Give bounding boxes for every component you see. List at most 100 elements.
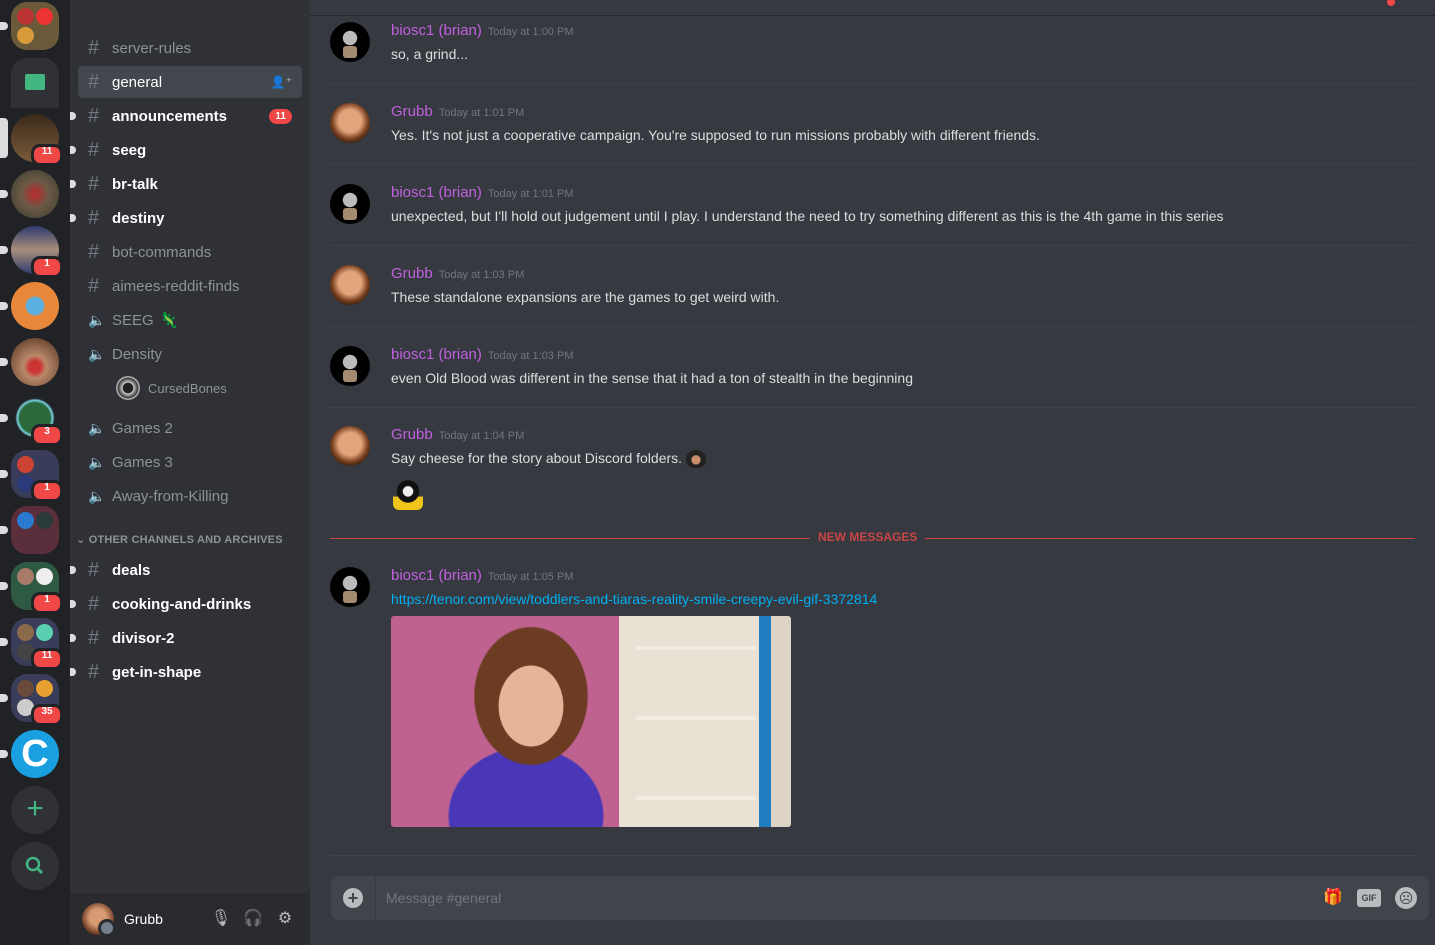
speaker-icon: 🔈 — [88, 419, 106, 436]
author-name[interactable]: Grubb — [391, 265, 433, 282]
server-zombie[interactable] — [0, 170, 59, 218]
voice-channel-away-from-killing[interactable]: 🔈 Away-from-Killing — [78, 480, 302, 512]
voice-channel-games-2[interactable]: 🔈 Games 2 — [78, 412, 302, 444]
timestamp: Today at 1:01 PM — [438, 107, 525, 119]
folder-icon — [25, 74, 45, 90]
chat-area: biosc1 (brian) Today at 1:00 PM so, a gri… — [310, 0, 1435, 945]
headphones-icon[interactable]: 🎧 — [242, 908, 264, 930]
category-other-channels[interactable]: ⌄ OTHER CHANNELS AND ARCHIVES — [76, 533, 283, 546]
speaker-icon: 🔈 — [88, 487, 106, 504]
emoji-picker-icon[interactable]: ☹ — [1395, 887, 1417, 909]
avatar[interactable] — [330, 22, 370, 62]
custom-emoji[interactable] — [686, 450, 707, 469]
server-folder-maroon[interactable] — [0, 506, 59, 554]
channel-cooking-and-drinks[interactable]: # cooking-and-drinks — [70, 588, 302, 620]
server-folder-1[interactable] — [0, 2, 59, 50]
message-text: even Old Blood was different in the sens… — [391, 370, 913, 386]
mention-badge: 35 — [31, 704, 63, 726]
gif-embed[interactable] — [391, 616, 791, 827]
mention-badge: 3 — [31, 424, 63, 446]
server-c[interactable]: C — [0, 730, 59, 778]
message-composer: + 🎁 GIF ☹ — [331, 876, 1429, 920]
timestamp: Today at 1:03 PM — [438, 269, 525, 281]
voice-user-cursedbones[interactable]: CursedBones — [116, 376, 227, 400]
channel-divisor-2[interactable]: # divisor-2 — [70, 622, 302, 654]
author-name[interactable]: biosc1 (brian) — [391, 22, 482, 39]
message-input[interactable] — [386, 890, 1321, 906]
message-text: so, a grind... — [391, 46, 469, 62]
voice-channel-games-3[interactable]: 🔈 Games 3 — [78, 446, 302, 478]
server-icon — [17, 8, 34, 25]
mention-badge: 11 — [269, 108, 292, 124]
hash-icon: # — [88, 36, 100, 59]
channel-server-rules[interactable]: # server-rules — [78, 32, 302, 64]
timestamp: Today at 1:03 PM — [487, 350, 574, 362]
server-globe[interactable]: 3 — [0, 394, 63, 446]
channel-sidebar: # server-rules # general 👤⁺ # announcements 1… — [70, 0, 310, 945]
author-name[interactable]: biosc1 (brian) — [391, 567, 482, 584]
channel-br-talk[interactable]: # br-talk — [70, 168, 302, 200]
server-orange[interactable] — [0, 282, 59, 330]
channel-get-in-shape[interactable]: # get-in-shape — [70, 656, 302, 688]
hash-icon: # — [88, 660, 100, 683]
server-icon — [17, 27, 34, 44]
server-folder-green[interactable] — [11, 58, 59, 108]
mention-badge: 11 — [31, 648, 63, 670]
add-server-button[interactable]: + — [11, 786, 59, 834]
explore-servers-button[interactable] — [11, 842, 59, 890]
avatar[interactable] — [330, 265, 370, 305]
user-avatar[interactable] — [82, 903, 116, 937]
speaker-icon: 🔈 — [88, 311, 106, 328]
mention-badge: 1 — [31, 480, 63, 502]
server-the-zone[interactable]: 1 — [0, 226, 63, 278]
avatar[interactable] — [330, 103, 370, 143]
voice-channel-density[interactable]: 🔈 Density — [78, 338, 302, 370]
mention-badge: 1 — [31, 256, 63, 278]
author-name[interactable]: biosc1 (brian) — [391, 346, 482, 363]
channel-general[interactable]: # general 👤⁺ — [78, 66, 302, 98]
voice-channel-seeg[interactable]: 🔈 SEEG 🦎 — [78, 304, 302, 336]
gift-icon[interactable]: 🎁 — [1321, 886, 1345, 910]
server-folder-nerd[interactable]: 11 — [0, 618, 63, 670]
author-name[interactable]: biosc1 (brian) — [391, 184, 482, 201]
custom-emoji-large[interactable] — [393, 480, 423, 510]
channel-announcements[interactable]: # announcements 11 — [70, 100, 302, 132]
channel-seeg[interactable]: # seeg — [70, 134, 302, 166]
server-folder-dark[interactable]: 1 — [0, 450, 63, 502]
gif-button[interactable]: GIF — [1357, 889, 1381, 907]
channel-bot-commands[interactable]: # bot-commands — [78, 236, 302, 268]
hash-icon: # — [88, 104, 100, 127]
server-chuf-la[interactable]: 11 — [0, 114, 63, 166]
avatar[interactable] — [330, 346, 370, 386]
message-link[interactable]: https://tenor.com/view/toddlers-and-tiar… — [391, 591, 877, 607]
avatar[interactable] — [330, 567, 370, 607]
hash-icon: # — [88, 138, 100, 161]
channel-deals[interactable]: # deals — [70, 554, 302, 586]
hash-icon: # — [88, 206, 100, 229]
microphone-icon[interactable]: 🎙 — [210, 908, 232, 930]
server-folder-mixed[interactable]: 35 — [0, 674, 63, 726]
mention-badge: 11 — [31, 144, 63, 166]
invite-user-icon[interactable]: 👤⁺ — [271, 75, 292, 89]
chevron-down-icon: ⌄ — [76, 534, 89, 546]
timestamp: Today at 1:05 PM — [487, 571, 574, 583]
server-superman[interactable] — [0, 338, 59, 386]
timestamp: Today at 1:01 PM — [487, 188, 574, 200]
server-icon — [36, 8, 53, 25]
avatar[interactable] — [330, 184, 370, 224]
speaker-icon: 🔈 — [88, 453, 106, 470]
author-name[interactable]: Grubb — [391, 103, 433, 120]
upload-plus-icon[interactable]: + — [343, 888, 363, 908]
search-icon — [25, 856, 44, 875]
avatar[interactable] — [330, 426, 370, 466]
channel-destiny[interactable]: # destiny — [70, 202, 302, 234]
server-folder-teal[interactable]: 1 — [0, 562, 63, 614]
message-text: Say cheese for the story about Discord f… — [391, 450, 683, 466]
unread-indicator — [70, 112, 76, 120]
channel-aimees-reddit-finds[interactable]: # aimees-reddit-finds — [78, 270, 302, 302]
settings-gear-icon[interactable]: ⚙ — [274, 908, 296, 930]
hash-icon: # — [88, 240, 100, 263]
discord-app: 11 1 3 1 1 11 35 C + # server-rules # ge… — [0, 0, 1435, 945]
author-name[interactable]: Grubb — [391, 426, 433, 443]
message-text: Yes. It's not just a cooperative campaig… — [391, 127, 1040, 143]
